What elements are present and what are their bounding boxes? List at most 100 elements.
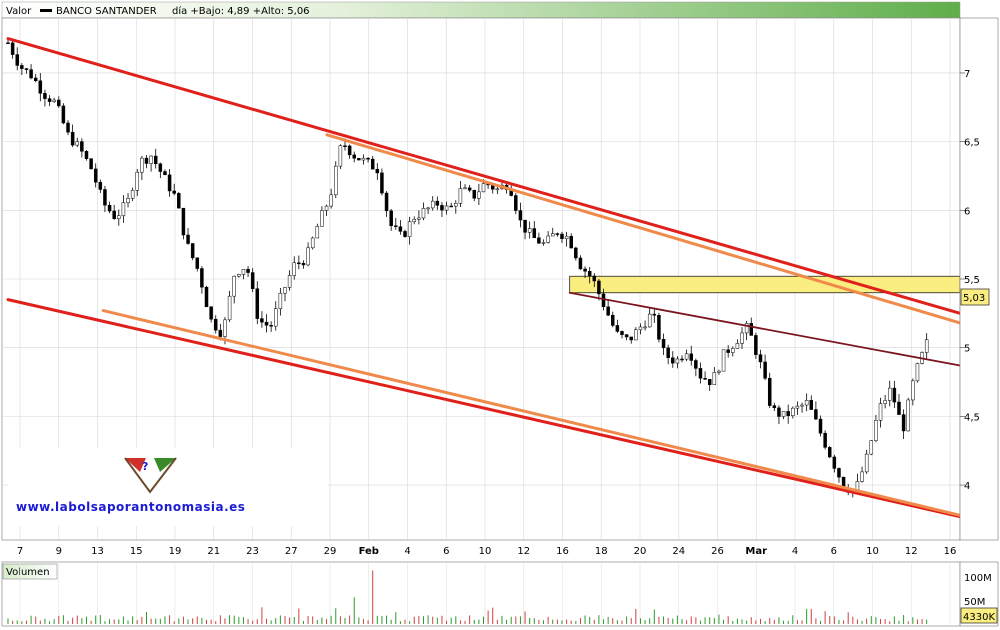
candle-down	[837, 468, 841, 478]
candle-down	[218, 329, 223, 337]
candle-down	[190, 243, 195, 259]
candle-down	[892, 387, 897, 403]
date-tick-label: 4	[404, 546, 410, 557]
date-tick-label: Feb	[359, 546, 379, 557]
candle-up	[75, 141, 79, 146]
candle-down	[57, 99, 61, 107]
candle-down	[777, 407, 781, 417]
candle-up	[52, 99, 56, 102]
candle-down	[809, 400, 814, 410]
svg-text:?: ?	[142, 460, 148, 473]
candle-down	[163, 171, 167, 176]
candle-up	[417, 217, 421, 220]
date-tick-label: 10	[866, 546, 879, 557]
candle-up	[237, 274, 241, 277]
candle-up	[795, 405, 800, 409]
candle-down	[592, 275, 597, 282]
candle-up	[495, 188, 500, 191]
candle-down	[569, 235, 573, 249]
candle-down	[897, 401, 901, 415]
price-tick-label: 5,5	[964, 275, 980, 286]
candle-down	[10, 42, 15, 55]
candle-down	[103, 189, 107, 206]
candle-down	[43, 93, 47, 99]
candle-up	[546, 235, 550, 243]
resistance-zone	[569, 275, 961, 294]
candle-down	[403, 231, 407, 237]
candle-up	[883, 400, 887, 404]
candle-down	[666, 347, 670, 359]
candle-down	[389, 210, 393, 226]
candle-up	[426, 207, 430, 210]
candle-down	[555, 233, 560, 235]
price-tick-label: 7	[964, 69, 970, 80]
candle-up	[126, 197, 130, 204]
candle-up	[458, 188, 463, 204]
candle-up	[735, 343, 740, 349]
candle-up	[130, 189, 135, 199]
candle-up	[864, 453, 869, 473]
candle-up	[463, 187, 467, 190]
candle-down	[61, 105, 66, 124]
candle-up	[721, 349, 726, 372]
candle-up	[454, 203, 458, 207]
candle-up	[564, 235, 569, 240]
volume-plot-area	[1, 561, 961, 627]
candle-up	[800, 404, 804, 407]
candle-down	[181, 207, 186, 236]
candle-down	[264, 321, 269, 326]
candle-up	[274, 308, 278, 327]
candle-down	[694, 360, 698, 369]
candle-down	[255, 288, 260, 319]
date-tick-label: 23	[246, 546, 259, 557]
candle-up	[915, 363, 920, 382]
candle-down	[370, 158, 375, 170]
candle-up	[223, 319, 227, 337]
candle-down	[375, 168, 380, 174]
candle-down	[15, 54, 19, 66]
price-tick-label: 4	[964, 481, 970, 492]
candle-up	[444, 205, 449, 211]
candle-down	[89, 158, 93, 170]
series-legend-swatch	[40, 9, 52, 12]
candle-up	[292, 262, 296, 276]
candle-down	[6, 42, 10, 44]
date-tick-label: 6	[831, 546, 837, 557]
candle-down	[93, 168, 98, 183]
candle-up	[911, 380, 915, 401]
candle-down	[901, 414, 906, 432]
candle-down	[661, 339, 666, 349]
candle-down	[435, 200, 440, 206]
candle-up	[675, 358, 680, 364]
candle-up	[740, 332, 744, 344]
candle-down	[186, 234, 190, 244]
candle-up	[643, 326, 647, 329]
candle-down	[574, 247, 578, 259]
candle-up	[804, 400, 809, 406]
candle-up	[117, 215, 121, 219]
candle-down	[246, 268, 250, 273]
candle-up	[121, 202, 126, 217]
candle-down	[823, 432, 827, 448]
candle-up	[287, 275, 292, 288]
candle-down	[615, 325, 620, 332]
candle-down	[786, 411, 790, 416]
candle-down	[167, 174, 172, 192]
candle-up	[421, 208, 426, 219]
candle-up	[329, 194, 333, 207]
candle-down	[301, 263, 306, 266]
candle-down	[587, 271, 592, 277]
last-price-label: 5,03	[963, 293, 985, 304]
candle-down	[394, 225, 398, 227]
candle-down	[629, 336, 633, 341]
candle-down	[601, 293, 606, 308]
volume-tick-50m: 50M	[964, 597, 985, 608]
candle-up	[550, 233, 555, 237]
candle-down	[297, 262, 301, 265]
price-tick-label: 6,5	[964, 138, 980, 149]
candle-down	[578, 257, 583, 270]
candle-down	[172, 190, 176, 194]
candle-down	[818, 418, 823, 434]
watermark-text: www.labolsaporantonomasia.es	[16, 500, 245, 514]
candle-up	[860, 471, 864, 482]
